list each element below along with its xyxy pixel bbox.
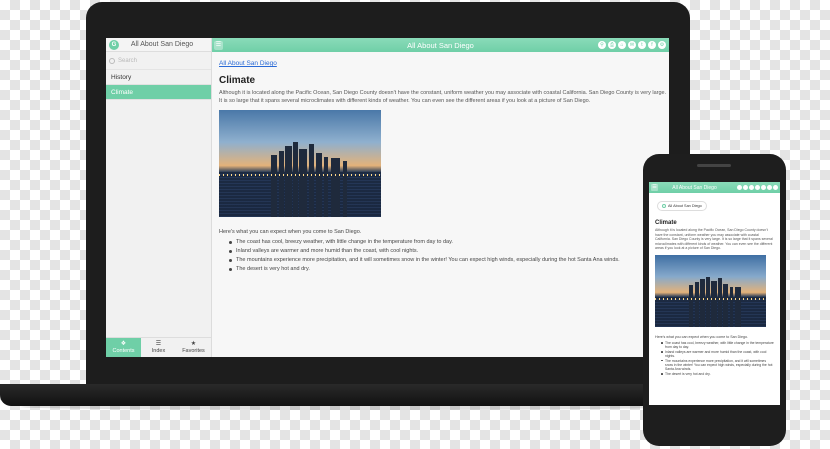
climate-list: The coast has cool, breezy weather, with… — [219, 238, 669, 274]
sidebar-item-label: Climate — [111, 88, 134, 96]
twitter-icon[interactable] — [761, 185, 766, 190]
settings-icon[interactable]: ⚙ — [658, 41, 666, 49]
search-icon[interactable]: ⚲ — [598, 41, 606, 49]
phone-toolbar-icons — [737, 185, 780, 190]
tab-label: Index — [151, 348, 166, 354]
search-input[interactable]: Search — [106, 52, 211, 70]
list-item: The desert is very hot and dry. — [219, 265, 669, 274]
top-toolbar: ☰ All About San Diego ⚲ ⎙ ⌂ ✉ t f ⚙ — [212, 38, 669, 52]
phone-toolbar: ☰ All About San Diego — [649, 182, 780, 193]
phone-topic-paragraph: Although it is located along the Pacific… — [655, 228, 773, 251]
app-logo-icon: G — [109, 39, 119, 50]
email-icon[interactable]: ✉ — [628, 41, 636, 49]
san-diego-skyline-image — [655, 254, 766, 327]
print-icon[interactable]: ⎙ — [608, 41, 616, 49]
laptop-base — [0, 384, 690, 406]
topic-content: All About San Diego Climate Although it … — [212, 52, 669, 274]
tab-contents[interactable]: ❖ Contents — [106, 338, 141, 357]
topic-paragraph: Although it is located along the Pacific… — [219, 90, 667, 104]
list-item: Inland valleys are warmer and more humid… — [219, 247, 669, 256]
home-icon[interactable] — [749, 185, 754, 190]
main-pane: ☰ All About San Diego ⚲ ⎙ ⌂ ✉ t f ⚙ All … — [212, 38, 669, 357]
tab-label: Contents — [112, 348, 135, 354]
phone-screen: ☰ All About San Diego All About San Dieg… — [649, 182, 780, 405]
phone-breadcrumb[interactable]: All About San Diego — [657, 201, 707, 211]
sidebar-item-label: History — [111, 73, 132, 81]
city-lights — [655, 298, 766, 301]
sidebar-item-history[interactable]: History — [106, 70, 211, 85]
tab-label: Favorites — [182, 348, 205, 354]
home-icon — [662, 204, 666, 208]
sidebar-title: All About San Diego — [130, 41, 194, 48]
phone-climate-list: The coast has cool, breezy weather, with… — [655, 341, 774, 376]
tab-favorites[interactable]: ★ Favorites — [176, 338, 211, 357]
list-item: Inland valleys are warmer and more humid… — [655, 350, 774, 359]
list-item: The coast has cool, breezy weather, with… — [219, 238, 669, 247]
breadcrumb[interactable]: All About San Diego — [219, 60, 669, 67]
sidebar-footer-tabs: ❖ Contents ☰ Index ★ Favorites — [106, 337, 211, 357]
home-icon[interactable]: ⌂ — [618, 41, 626, 49]
sidebar-item-climate[interactable]: Climate — [106, 85, 211, 100]
facebook-icon[interactable] — [767, 185, 772, 190]
list-item: The mountains experience more precipitat… — [655, 359, 774, 372]
list-item: The desert is very hot and dry. — [655, 372, 774, 376]
toolbar-icons: ⚲ ⎙ ⌂ ✉ t f ⚙ — [598, 41, 669, 49]
topic-heading: Climate — [219, 75, 256, 86]
laptop-screen: G All About San Diego Search History Cli… — [106, 38, 669, 357]
tab-index[interactable]: ☰ Index — [141, 338, 176, 357]
phone-speaker — [697, 164, 731, 167]
twitter-icon[interactable]: t — [638, 41, 646, 49]
email-icon[interactable] — [755, 185, 760, 190]
intro-text: Here's what you can expect when you come… — [219, 229, 362, 235]
list-icon: ☰ — [155, 341, 162, 347]
san-diego-skyline-image — [219, 110, 381, 217]
phone-topic-heading: Climate — [655, 220, 677, 226]
bookmark-icon: ❖ — [120, 341, 127, 347]
breadcrumb-label: All About San Diego — [668, 204, 702, 208]
sidebar: G All About San Diego Search History Cli… — [106, 38, 212, 357]
hamburger-icon[interactable]: ☰ — [214, 40, 223, 50]
list-item: The coast has cool, breezy weather, with… — [655, 341, 774, 350]
search-icon — [109, 57, 115, 64]
facebook-icon[interactable]: f — [648, 41, 656, 49]
phone-intro-text: Here's what you can expect when you come… — [655, 334, 748, 339]
settings-icon[interactable] — [773, 185, 778, 190]
print-icon[interactable] — [743, 185, 748, 190]
star-icon: ★ — [190, 341, 197, 347]
sidebar-header: G All About San Diego — [106, 38, 211, 52]
phone-page-title: All About San Diego — [672, 184, 717, 191]
city-lights — [219, 174, 381, 177]
list-item: The mountains experience more precipitat… — [219, 256, 669, 265]
search-placeholder: Search — [118, 57, 138, 64]
